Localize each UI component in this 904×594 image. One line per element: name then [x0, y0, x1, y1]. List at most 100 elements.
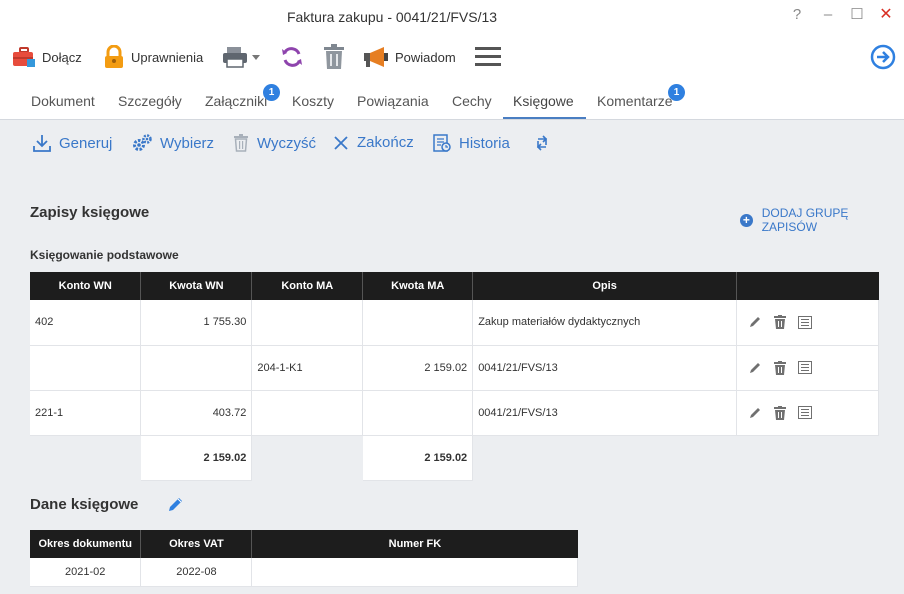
- pencil-icon[interactable]: [748, 406, 762, 420]
- toolbar: Dołącz Uprawnienia Powiadom: [0, 34, 904, 82]
- close-x-icon: [333, 135, 357, 151]
- select-button[interactable]: Wybierz: [132, 134, 214, 152]
- cell-kwota-ma: [362, 300, 474, 346]
- cell-numer-fk: [251, 558, 578, 587]
- totals-row: 2 159.02 2 159.02: [30, 435, 879, 481]
- trash-icon[interactable]: [774, 360, 787, 375]
- total-kwota-wn: 2 159.02: [140, 435, 253, 481]
- tab-komentarze[interactable]: Komentarze: [597, 93, 672, 109]
- cell-opis: 0041/21/FVS/13: [472, 345, 738, 391]
- cell-konto-wn: [30, 345, 142, 391]
- tab-koszty[interactable]: Koszty: [292, 93, 334, 109]
- tab-ksiegowe[interactable]: Księgowe: [513, 93, 574, 109]
- comments-count-badge: 1: [668, 84, 685, 101]
- window-title: Faktura zakupu - 0041/21/FVS/13: [286, 9, 498, 25]
- cell-opis: Zakup materiałów dydaktycznych: [472, 300, 738, 346]
- close-button[interactable]: ✕: [876, 5, 896, 25]
- help-button[interactable]: ?: [787, 5, 807, 25]
- cell-kwota-wn: 1 755.30: [140, 300, 253, 346]
- cell-kwota-wn: 403.72: [140, 390, 253, 436]
- tab-powiazania[interactable]: Powiązania: [357, 93, 429, 109]
- clear-button[interactable]: Wyczyść: [233, 134, 316, 152]
- details-icon[interactable]: [798, 315, 813, 329]
- tab-zalaczniki[interactable]: Załączniki: [205, 93, 267, 109]
- entries-header-row: Konto WN Kwota WN Konto MA Kwota MA Opis: [30, 272, 879, 300]
- trash-icon: [233, 134, 257, 152]
- table-row: 204-1-K1 2 159.02 0041/21/FVS/13: [30, 345, 879, 391]
- minimize-button[interactable]: –: [818, 5, 838, 25]
- megaphone-icon: [363, 45, 389, 69]
- gears-icon: [132, 134, 160, 152]
- notify-button[interactable]: Powiadom: [363, 42, 456, 72]
- table-row: 221-1 403.72 0041/21/FVS/13: [30, 390, 879, 436]
- tab-dokument[interactable]: Dokument: [31, 93, 95, 109]
- cell-konto-wn: 402: [30, 300, 142, 346]
- cell-row-actions: [736, 390, 879, 436]
- col-konto-wn: Konto WN: [30, 272, 142, 300]
- maximize-button[interactable]: ☐: [847, 5, 867, 25]
- cell-kwota-wn: [140, 345, 253, 391]
- col-okres-vat: Okres VAT: [140, 530, 253, 558]
- accounting-data-table: Okres dokumentu Okres VAT Numer FK 2021-…: [30, 530, 578, 587]
- refresh-button[interactable]: [534, 134, 558, 152]
- add-group-button[interactable]: + DODAJ GRUPĘ ZAPISÓW: [740, 206, 904, 234]
- permissions-button[interactable]: Uprawnienia: [103, 42, 203, 72]
- pencil-icon[interactable]: [748, 361, 762, 375]
- delete-button[interactable]: [323, 42, 345, 72]
- add-group-label: DODAJ GRUPĘ ZAPISÓW: [761, 206, 849, 234]
- entries-section-title: Zapisy księgowe: [30, 204, 150, 221]
- cell-kwota-ma: 2 159.02: [362, 345, 474, 391]
- col-opis: Opis: [472, 272, 738, 300]
- trash-icon[interactable]: [774, 315, 787, 330]
- notify-label: Powiadom: [395, 49, 456, 65]
- clear-label: Wyczyść: [257, 134, 317, 152]
- plus-circle-icon: +: [740, 213, 753, 227]
- action-bar: Generuj Wybierz Wyczyść Zakończ Historia: [0, 121, 904, 167]
- cell-konto-wn: 221-1: [30, 390, 142, 436]
- pencil-icon[interactable]: [748, 315, 762, 329]
- menu-button[interactable]: [475, 42, 501, 72]
- briefcase-icon: [12, 46, 36, 68]
- entries-subtitle: Księgowanie podstawowe: [30, 248, 179, 262]
- col-okres-dokumentu: Okres dokumentu: [30, 530, 142, 558]
- next-button[interactable]: [870, 42, 896, 72]
- table-row: 2021-02 2022-08: [30, 558, 578, 587]
- cell-konto-ma: [251, 300, 364, 346]
- entries-table: Konto WN Kwota WN Konto MA Kwota MA Opis…: [30, 272, 879, 481]
- printer-icon: [222, 45, 262, 69]
- trash-icon: [323, 44, 345, 70]
- accounting-header-row: Okres dokumentu Okres VAT Numer FK: [30, 530, 578, 558]
- finish-label: Zakończ: [357, 134, 414, 151]
- attach-label: Dołącz: [42, 49, 82, 65]
- col-kwota-ma: Kwota MA: [362, 272, 474, 300]
- trash-icon[interactable]: [774, 405, 787, 420]
- history-button[interactable]: Historia: [433, 134, 510, 152]
- sync-button[interactable]: [280, 42, 304, 72]
- title-bar: Faktura zakupu - 0041/21/FVS/13 ? – ☐ ✕: [0, 0, 904, 34]
- history-icon: [433, 134, 459, 152]
- details-icon[interactable]: [798, 361, 813, 374]
- sync-icon: [280, 45, 304, 69]
- generate-label: Generuj: [59, 134, 113, 152]
- cell-row-actions: [736, 300, 879, 346]
- tab-cechy[interactable]: Cechy: [452, 93, 492, 109]
- cell-konto-ma: 204-1-K1: [251, 345, 364, 391]
- total-kwota-ma: 2 159.02: [362, 435, 474, 481]
- pencil-icon: [168, 498, 184, 516]
- attachments-count-badge: 1: [263, 84, 280, 101]
- generate-button[interactable]: Generuj: [33, 134, 112, 152]
- attach-button[interactable]: Dołącz: [12, 42, 82, 72]
- print-button[interactable]: [222, 42, 262, 72]
- col-actions: [736, 272, 879, 300]
- menu-icon: [475, 46, 501, 68]
- finish-button[interactable]: Zakończ: [333, 134, 414, 151]
- details-icon[interactable]: [798, 406, 813, 419]
- tab-szczegoly[interactable]: Szczegóły: [118, 93, 182, 109]
- cell-konto-ma: [251, 390, 364, 436]
- cell-row-actions: [736, 345, 879, 391]
- table-row: 402 1 755.30 Zakup materiałów dydaktyczn…: [30, 300, 879, 346]
- cell-okres-dokumentu: 2021-02: [30, 558, 142, 587]
- edit-accounting-data-button[interactable]: [168, 496, 184, 517]
- select-label: Wybierz: [160, 134, 215, 152]
- cell-kwota-ma: [362, 390, 474, 436]
